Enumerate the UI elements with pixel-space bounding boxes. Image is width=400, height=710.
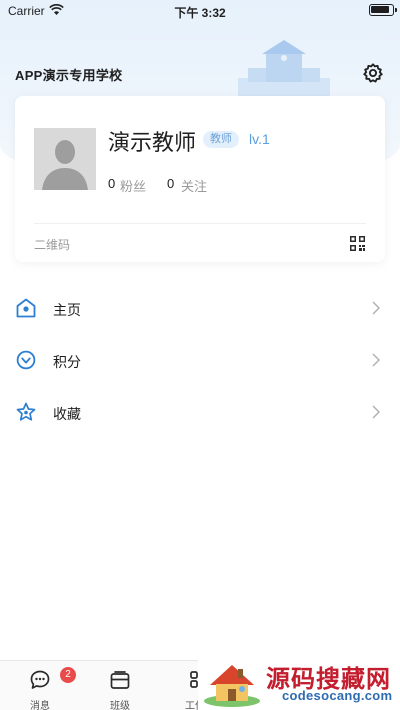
school-name: APP演示专用学校 bbox=[15, 68, 123, 83]
tab-messages[interactable]: 2 消息 bbox=[10, 661, 76, 710]
points-icon bbox=[16, 350, 36, 370]
message-icon bbox=[30, 670, 50, 689]
menu-item-points[interactable]: 积分 bbox=[0, 336, 400, 386]
menu-item-favorites[interactable]: 收藏 bbox=[0, 388, 400, 438]
fans-count[interactable]: 0 bbox=[108, 176, 115, 191]
battery-icon bbox=[369, 4, 397, 16]
fans-label[interactable]: 粉丝 bbox=[120, 176, 146, 195]
clock: 下午 3:32 bbox=[174, 6, 226, 20]
card-divider bbox=[34, 223, 366, 224]
avatar[interactable] bbox=[34, 128, 96, 190]
gear-icon[interactable] bbox=[362, 62, 384, 84]
class-icon bbox=[110, 671, 130, 689]
default-avatar-icon bbox=[34, 128, 96, 190]
menu-label: 主页 bbox=[53, 302, 81, 318]
tab-label: 班级 bbox=[110, 701, 130, 710]
qr-code-icon[interactable] bbox=[350, 236, 365, 251]
profile-card: 演示教师 教师 lv.1 0 粉丝 0 关注 二维码 bbox=[15, 96, 385, 262]
chevron-right-icon bbox=[372, 353, 381, 367]
chevron-right-icon bbox=[372, 301, 381, 315]
user-name: 演示教师 bbox=[108, 130, 197, 155]
level-label: lv.1 bbox=[249, 131, 270, 147]
follow-label[interactable]: 关注 bbox=[181, 176, 207, 195]
school-building-illustration bbox=[238, 40, 330, 98]
tab-label: 消息 bbox=[30, 701, 50, 710]
star-icon bbox=[16, 402, 36, 421]
watermark-logo: 源码搜藏网 codesocang.com bbox=[198, 655, 400, 710]
follow-count[interactable]: 0 bbox=[167, 176, 174, 191]
tab-class[interactable]: 班级 bbox=[90, 661, 150, 710]
status-bar: Carrier 下午 3:32 bbox=[0, 0, 400, 22]
menu-item-home[interactable]: 主页 bbox=[0, 284, 400, 334]
qr-code-label[interactable]: 二维码 bbox=[34, 236, 70, 253]
chevron-right-icon bbox=[372, 405, 381, 419]
home-icon bbox=[16, 298, 36, 318]
menu-label: 积分 bbox=[53, 354, 81, 370]
role-badge: 教师 bbox=[203, 131, 239, 148]
unread-badge: 2 bbox=[60, 667, 76, 683]
house-logo-icon bbox=[204, 665, 260, 707]
watermark-url: codesocang.com bbox=[282, 688, 393, 703]
menu-label: 收藏 bbox=[53, 406, 81, 422]
